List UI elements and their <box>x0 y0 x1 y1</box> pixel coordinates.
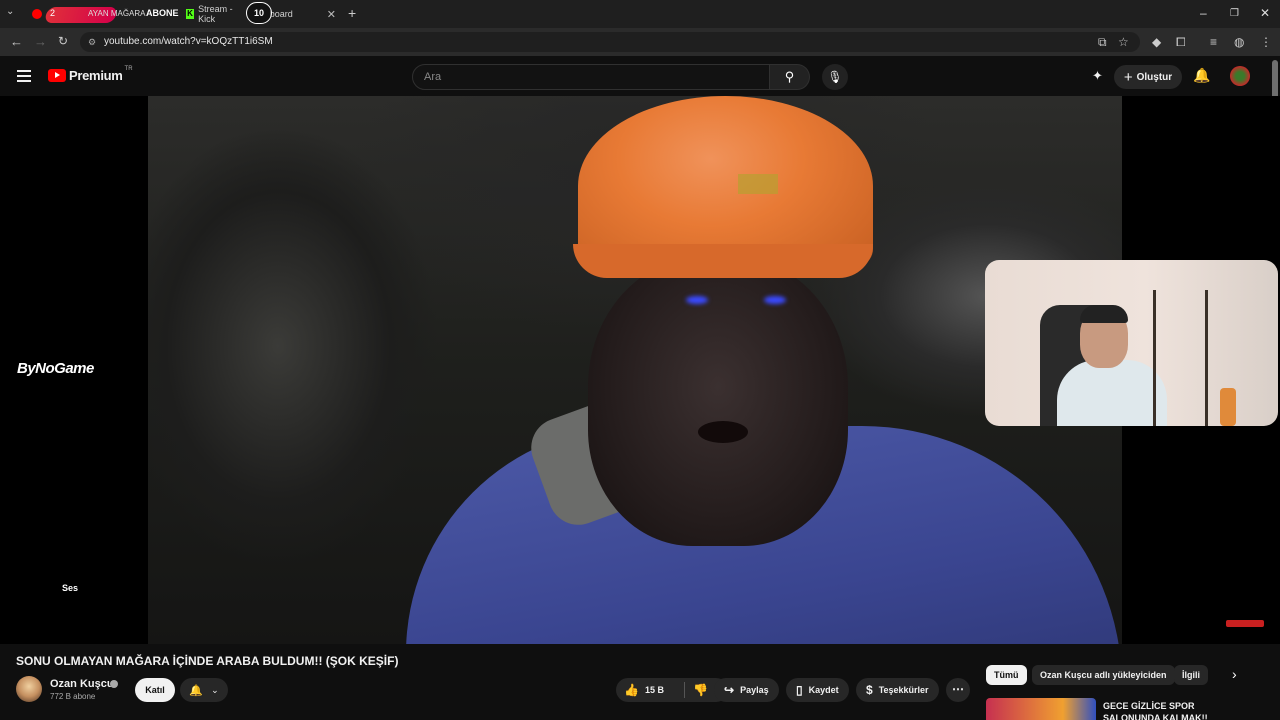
tab-title: Stream - Kick <box>198 4 233 24</box>
timer-overlay: 10 <box>246 2 272 24</box>
recommended-thumbnail[interactable] <box>986 698 1096 720</box>
video-player[interactable]: ByNoGame Ses <box>0 96 1280 644</box>
profile-icon[interactable]: ◍ <box>1234 35 1244 49</box>
address-bar-row: ← → ↻ ⚙ youtube.com/watch?v=kOQzTT1i6SM … <box>0 28 1280 56</box>
tab-badge: 2 <box>50 8 56 18</box>
tab-title-suffix: board <box>269 9 293 19</box>
youtube-header: Premium TR Ara ⚲ 🎙 ✦ + Oluştur 🔔 <box>0 56 1280 96</box>
create-label: Oluştur <box>1136 71 1173 83</box>
divider <box>684 682 685 698</box>
bookmark-icon: ▯ <box>796 683 803 697</box>
save-button[interactable]: ▯ Kaydet <box>786 678 849 702</box>
video-eye-right <box>764 296 786 304</box>
tab-search-icon[interactable]: ⌄ <box>6 6 14 17</box>
extensions-puzzle-icon[interactable]: ⧠ <box>1176 35 1186 50</box>
share-icon: ↪ <box>724 683 735 697</box>
account-avatar[interactable] <box>1230 66 1250 86</box>
video-eye-left <box>686 296 708 304</box>
notifications-bell-icon[interactable]: 🔔 <box>1193 67 1210 84</box>
webcam-hair <box>1080 305 1128 323</box>
minimize-icon[interactable]: – <box>1200 6 1207 20</box>
url-text: youtube.com/watch?v=kOQzTT1i6SM <box>104 36 273 47</box>
voice-search-button[interactable]: 🎙 <box>822 64 848 90</box>
forward-icon[interactable]: → <box>34 34 47 49</box>
like-dislike-group: 👍 15 B 👎 <box>616 678 728 702</box>
maximize-icon[interactable]: ❐ <box>1230 8 1239 19</box>
video-person-face <box>588 256 848 546</box>
like-count: 15 B <box>644 685 664 695</box>
chip-all[interactable]: Tümü <box>986 665 1027 685</box>
chip-uploader[interactable]: Ozan Kuşcu adlı yükleyiciden <box>1032 665 1175 685</box>
video-helmet-label <box>738 174 778 194</box>
join-button[interactable]: Katıl <box>135 678 175 702</box>
browser-tab-bar: ⌄ 2 AYAN MAĞARA ABONE K Stream - Kick bo… <box>0 0 1280 28</box>
more-icon: ⋯ <box>952 682 964 696</box>
region-label: TR <box>124 65 133 72</box>
webcam-person <box>1057 360 1167 426</box>
abone-overlay-text: ABONE <box>146 8 179 18</box>
share-button[interactable]: ↪ Paylaş <box>714 678 779 702</box>
search-input[interactable]: Ara <box>412 64 770 90</box>
save-label: Kaydet <box>808 685 839 695</box>
kick-favicon-icon: K <box>186 9 195 19</box>
sponsor-logo: ByNoGame <box>17 360 94 377</box>
back-icon[interactable]: ← <box>10 34 23 49</box>
more-actions-button[interactable]: ⋯ <box>946 678 970 702</box>
channel-name[interactable]: Ozan Kuşcu <box>50 678 114 690</box>
share-label: Paylaş <box>740 685 769 695</box>
search-button[interactable]: ⚲ <box>770 64 810 90</box>
new-tab-icon[interactable]: + <box>348 5 356 21</box>
chevron-down-icon: ⌄ <box>211 684 219 695</box>
close-tab-icon[interactable]: ✕ <box>327 8 336 21</box>
media-control-icon[interactable]: ≡ <box>1210 35 1217 49</box>
video-helmet-brim <box>573 244 873 278</box>
site-info-icon[interactable]: ⚙ <box>88 32 96 52</box>
chip-related[interactable]: İlgili <box>1174 665 1208 685</box>
verified-badge-icon <box>110 680 118 688</box>
dislike-button[interactable]: 👎 <box>693 683 708 697</box>
thanks-icon: $ <box>866 683 873 697</box>
webcam-shelf <box>1153 290 1208 426</box>
microphone-icon: 🎙 <box>827 70 843 84</box>
create-button[interactable]: + Oluştur <box>1114 65 1182 89</box>
chevron-right-icon[interactable]: › <box>1232 666 1237 682</box>
search-icon: ⚲ <box>784 69 795 84</box>
like-button[interactable]: 👍 15 B <box>616 683 676 697</box>
channel-avatar[interactable] <box>16 676 42 702</box>
tab-youtube[interactable]: 2 AYAN MAĞARA ABONE <box>28 4 179 24</box>
close-window-icon[interactable]: ✕ <box>1260 6 1270 20</box>
install-app-icon[interactable]: ⧉ <box>1098 35 1107 50</box>
webcam-bottle <box>1220 388 1236 426</box>
subscription-bell-button[interactable]: 🔔 ⌄ <box>180 678 228 702</box>
tab-title: AYAN MAĞARA <box>88 9 146 18</box>
extension-icon[interactable]: ◆ <box>1152 35 1161 49</box>
thumbs-up-icon: 👍 <box>624 683 639 697</box>
youtube-logo[interactable]: Premium TR <box>48 65 133 83</box>
subscriber-count: 772 B abone <box>50 692 96 701</box>
bell-icon: 🔔 <box>189 684 204 697</box>
premium-gift-icon[interactable]: ✦ <box>1092 68 1103 84</box>
plus-icon: + <box>1123 68 1133 86</box>
youtube-watermark-icon <box>1226 620 1264 627</box>
reload-icon[interactable]: ↻ <box>58 34 68 48</box>
recommended-title[interactable]: GECE GİZLİCE SPOR SALONUNDA KALMAK!! <box>1103 700 1223 720</box>
bookmark-star-icon[interactable]: ☆ <box>1118 35 1129 49</box>
thanks-label: Teşekkürler <box>878 685 929 695</box>
youtube-favicon-icon <box>32 9 42 19</box>
brand-label: Premium <box>69 68 123 83</box>
url-field[interactable]: ⚙ youtube.com/watch?v=kOQzTT1i6SM <box>80 32 1140 52</box>
video-frame[interactable] <box>148 96 1122 644</box>
youtube-play-icon <box>48 69 66 82</box>
menu-hamburger-icon[interactable] <box>17 70 31 82</box>
side-label: Ses <box>62 583 79 593</box>
webcam-overlay <box>985 260 1278 426</box>
browser-menu-icon[interactable]: ⋮ <box>1260 35 1272 49</box>
video-mouth <box>698 421 748 443</box>
video-title: SONU OLMAYAN MAĞARA İÇİNDE ARABA BULDUM!… <box>16 654 399 668</box>
thanks-button[interactable]: $ Teşekkürler <box>856 678 939 702</box>
